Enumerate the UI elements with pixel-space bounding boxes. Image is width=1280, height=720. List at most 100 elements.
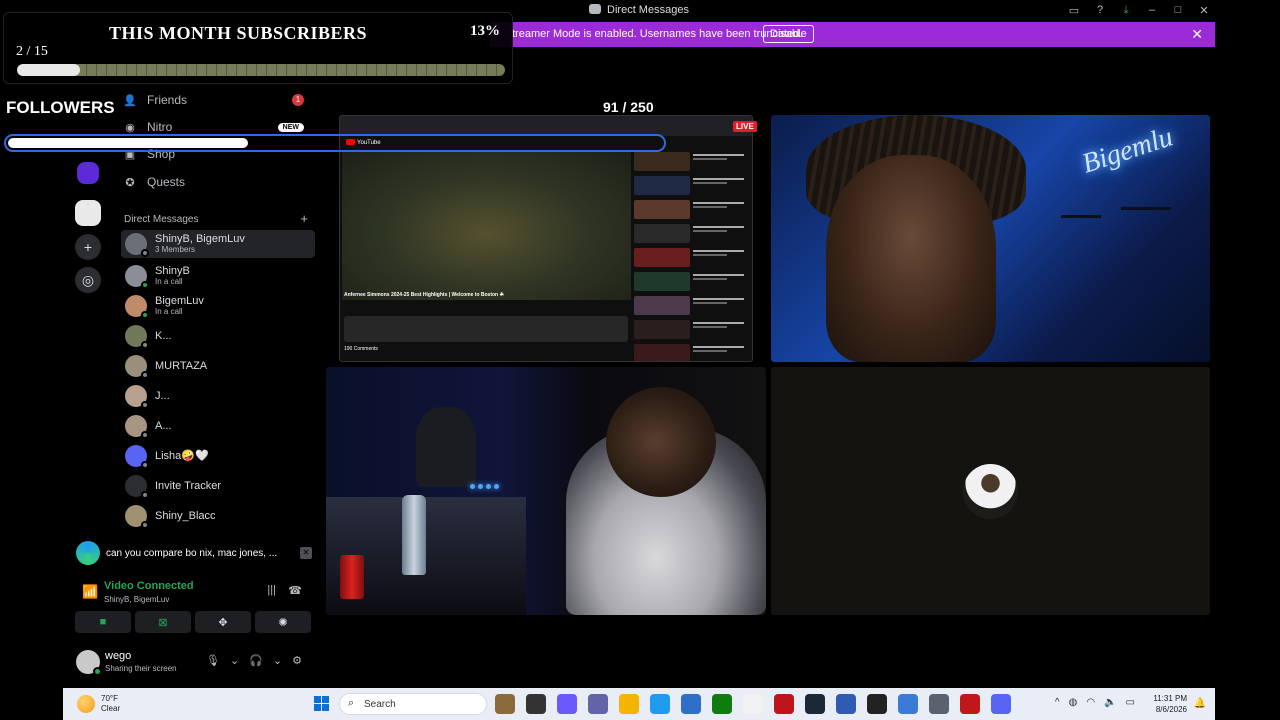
add-server-icon[interactable]: + xyxy=(75,234,101,260)
dm-item[interactable]: BigemLuv In a call xyxy=(121,292,315,320)
steam-icon[interactable] xyxy=(805,694,825,714)
dm-item[interactable]: A... xyxy=(121,412,315,440)
video-tile-participant-2[interactable] xyxy=(326,367,766,615)
headphones-icon[interactable]: 🎧 xyxy=(249,654,263,667)
chevron-down-icon[interactable]: ⌄ xyxy=(273,654,282,667)
dm-item[interactable]: Shiny_Blacc xyxy=(121,502,315,530)
app-icon[interactable] xyxy=(836,694,856,714)
recommended-video[interactable] xyxy=(634,344,750,361)
notification-toast[interactable]: can you compare bo nix, mac jones, ... ✕ xyxy=(72,538,312,568)
clock[interactable]: 11:31 PM 8/6/2026 xyxy=(1153,693,1187,715)
store-icon[interactable] xyxy=(681,694,701,714)
recommended-video[interactable] xyxy=(634,296,750,317)
avatar[interactable] xyxy=(76,650,102,676)
battery-icon[interactable]: ▭ xyxy=(1126,697,1135,708)
volume-icon[interactable]: 🔈 xyxy=(1104,697,1116,708)
recommended-video[interactable] xyxy=(634,200,750,221)
camera-button[interactable]: ■ xyxy=(75,611,131,633)
nav-friends[interactable]: 👤 Friends 1 xyxy=(123,89,318,111)
github-icon[interactable] xyxy=(867,694,887,714)
mcafee-icon[interactable] xyxy=(960,694,980,714)
screen-share-tile[interactable]: YouTube Anfernee Simmons 2024-25 Best Hi… xyxy=(339,115,753,362)
voice-status[interactable]: Video Connected xyxy=(104,580,194,592)
recommended-video[interactable] xyxy=(634,176,750,197)
water-bottle xyxy=(402,495,426,575)
followers-title: FOLLOWERS xyxy=(6,98,115,117)
taskbar-search[interactable]: ⌕ Search xyxy=(339,693,487,715)
dm-name: Lisha🤪🤍 xyxy=(155,450,209,462)
dm-item[interactable]: K... xyxy=(121,322,315,350)
terminal-icon[interactable] xyxy=(526,694,546,714)
desk-lamp xyxy=(416,407,476,487)
help-icon[interactable]: ? xyxy=(1093,3,1107,17)
dm-text: Invite Tracker xyxy=(155,480,221,492)
dm-item[interactable]: ShinyB, BigemLuv 3 Members xyxy=(121,230,315,258)
weather-widget[interactable]: 70°F Clear xyxy=(77,694,120,714)
inbox-icon[interactable]: ▭ xyxy=(1067,3,1081,17)
copilot-icon[interactable] xyxy=(557,694,577,714)
network-icon[interactable]: ◍ xyxy=(1069,697,1078,708)
nav-quests[interactable]: ✪ Quests xyxy=(123,171,185,193)
recommended-video[interactable] xyxy=(634,152,750,173)
edge-icon[interactable] xyxy=(650,694,670,714)
teams-icon[interactable] xyxy=(588,694,608,714)
record-icon[interactable] xyxy=(774,694,794,714)
chevron-up-icon[interactable]: ^ xyxy=(1055,697,1060,708)
activities-button[interactable]: ✥ xyxy=(195,611,251,633)
wifi-icon[interactable]: ◠ xyxy=(1086,697,1095,708)
notepad-icon[interactable] xyxy=(743,694,763,714)
dm-item[interactable]: J... xyxy=(121,382,315,410)
dm-item[interactable]: Invite Tracker xyxy=(121,472,315,500)
server-icon[interactable] xyxy=(75,200,101,226)
weather-temp: 70°F xyxy=(101,694,118,703)
settings-icon[interactable] xyxy=(929,694,949,714)
screen-share-button[interactable]: ⊠ xyxy=(135,611,191,633)
video-tile-participant-1[interactable]: Bigemlu xyxy=(771,115,1210,362)
gear-icon[interactable]: ⚙ xyxy=(292,654,302,667)
video-tile-participant-3[interactable] xyxy=(771,367,1210,615)
soundboard-button[interactable]: ✺ xyxy=(255,611,311,633)
recommended-video[interactable] xyxy=(634,272,750,293)
recommended-video[interactable] xyxy=(634,248,750,269)
dm-text: ShinyB, BigemLuv 3 Members xyxy=(155,233,245,255)
video-meta xyxy=(693,272,750,293)
notification-bell-icon[interactable]: 🔔 xyxy=(1194,698,1206,709)
noise-suppression-icon[interactable]: ||| xyxy=(267,584,276,596)
username[interactable]: wego xyxy=(105,650,131,662)
app-icon[interactable] xyxy=(898,694,918,714)
server-icon[interactable] xyxy=(77,162,99,184)
avatar xyxy=(125,355,149,379)
soda-can xyxy=(340,555,364,599)
create-dm-icon[interactable]: + xyxy=(300,211,308,226)
signal-icon[interactable]: 📶 xyxy=(82,584,98,600)
discover-icon[interactable]: ◎ xyxy=(75,267,101,293)
close-window-button[interactable]: ✕ xyxy=(1197,3,1211,17)
dm-subtext: In a call xyxy=(155,277,183,286)
file-explorer-icon[interactable] xyxy=(619,694,639,714)
dm-item[interactable]: Lisha🤪🤍 xyxy=(121,442,315,470)
shelf xyxy=(1121,207,1171,210)
recommended-video[interactable] xyxy=(634,224,750,245)
dm-item[interactable]: ShinyB In a call xyxy=(121,262,315,290)
edge-browser-icon xyxy=(76,541,100,565)
chevron-down-icon[interactable]: ⌄ xyxy=(230,654,239,667)
video-thumbnail xyxy=(634,296,690,315)
start-button[interactable] xyxy=(314,696,329,711)
download-icon[interactable]: ⤓ xyxy=(1119,3,1133,17)
maximize-button[interactable]: □ xyxy=(1171,3,1185,17)
dismiss-icon[interactable]: ✕ xyxy=(300,547,312,559)
animal-app-icon[interactable] xyxy=(495,694,515,714)
dm-item[interactable]: MURTAZA xyxy=(121,352,315,380)
xbox-icon[interactable] xyxy=(712,694,732,714)
minimize-button[interactable]: – xyxy=(1145,3,1159,17)
video-player xyxy=(342,152,631,300)
disconnect-icon[interactable]: ☎ xyxy=(288,584,302,597)
avatar xyxy=(125,233,149,257)
disable-button[interactable]: Disable xyxy=(763,25,814,43)
discord-icon[interactable] xyxy=(991,694,1011,714)
microphone-icon[interactable]: 🎙 xyxy=(206,654,220,667)
voice-channel[interactable]: ShinyB, BigemLuv xyxy=(104,595,169,604)
weather-icon xyxy=(77,695,95,713)
close-banner-icon[interactable]: ✕ xyxy=(1191,26,1203,43)
recommended-video[interactable] xyxy=(634,320,750,341)
